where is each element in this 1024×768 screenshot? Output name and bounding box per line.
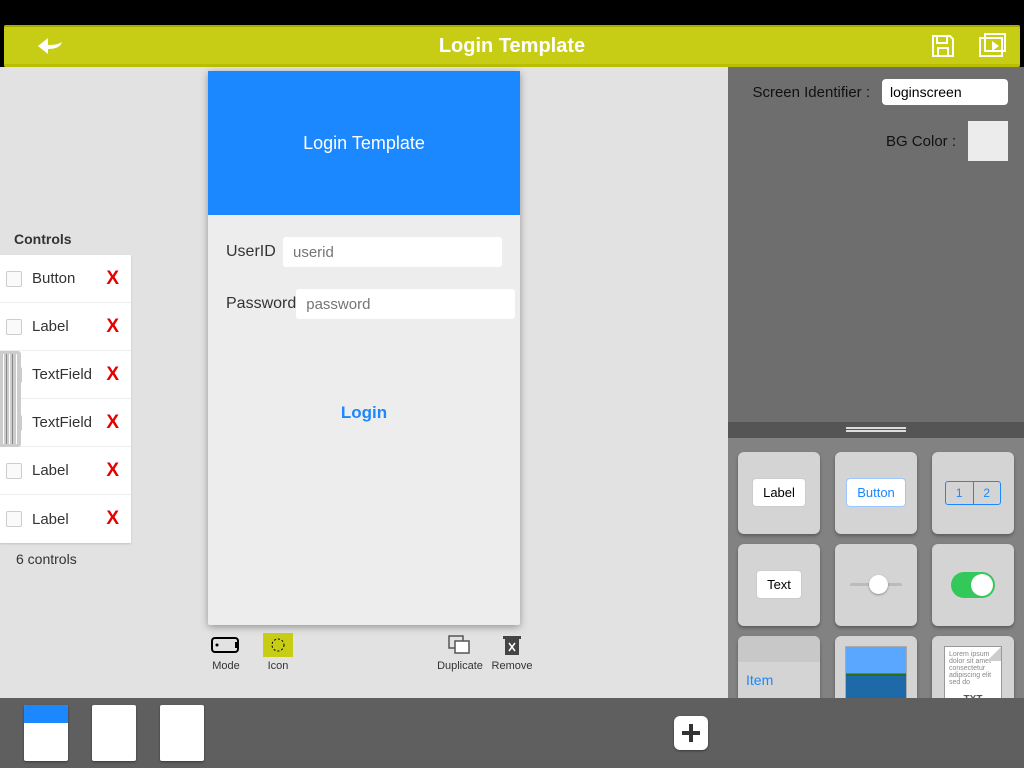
- palette-image[interactable]: [835, 636, 917, 699]
- controls-drag-handle[interactable]: [0, 351, 21, 447]
- screen-thumbnail[interactable]: [24, 705, 68, 761]
- controls-total: 6 controls: [0, 543, 131, 567]
- controls-row-label: Button: [32, 270, 94, 287]
- trash-icon: [497, 633, 527, 657]
- screen-thumbnail[interactable]: [160, 705, 204, 761]
- controls-row-checkbox[interactable]: [6, 271, 22, 287]
- controls-row[interactable]: Label X: [0, 447, 131, 495]
- add-screen-button[interactable]: [674, 716, 708, 750]
- remove-button[interactable]: Remove: [486, 633, 538, 672]
- controls-row-label: Label: [32, 318, 94, 335]
- palette-drag-handle[interactable]: [728, 422, 1024, 438]
- back-button[interactable]: [34, 34, 66, 58]
- screen-preview[interactable]: Login Template UserID Password Login: [208, 71, 520, 625]
- bgcolor-swatch[interactable]: [968, 121, 1008, 161]
- password-input[interactable]: [296, 289, 515, 319]
- palette-button[interactable]: Button: [835, 452, 917, 534]
- palette-label[interactable]: Label: [738, 452, 820, 534]
- field-label[interactable]: UserID: [226, 243, 283, 261]
- controls-row-delete[interactable]: X: [94, 364, 131, 386]
- work-area: Controls Button X Label X TextField X Te…: [0, 67, 1024, 698]
- mode-icon: [211, 633, 241, 657]
- inspector-panel: Screen Identifier : BG Color : Label But…: [728, 67, 1024, 698]
- controls-row[interactable]: Label X: [0, 303, 131, 351]
- palette-textfile[interactable]: Lorem ipsum dolor sit amet consectetur a…: [932, 636, 1014, 699]
- controls-row-label: TextField: [32, 366, 94, 383]
- screen-thumbnail[interactable]: [92, 705, 136, 761]
- save-icon: [930, 33, 956, 59]
- play-screen-icon: [978, 33, 1006, 59]
- controls-row-label: Label: [32, 511, 94, 528]
- controls-row-label: Label: [32, 462, 94, 479]
- page-title: Login Template: [4, 35, 1020, 58]
- preview-button[interactable]: [978, 33, 1006, 59]
- image-icon: [845, 646, 907, 699]
- controls-row-delete[interactable]: X: [94, 316, 131, 338]
- userid-input[interactable]: [283, 237, 502, 267]
- component-palette: Label Button 12 Text Item Lorem ipsum do…: [728, 438, 1024, 699]
- controls-row-checkbox[interactable]: [6, 319, 22, 335]
- textfile-icon: Lorem ipsum dolor sit amet consectetur a…: [944, 646, 1002, 699]
- duplicate-icon: [445, 633, 475, 657]
- controls-row-label: TextField: [32, 414, 94, 431]
- palette-switch[interactable]: [932, 544, 1014, 626]
- controls-row-delete[interactable]: X: [94, 412, 131, 434]
- preview-toolbar: Mode Icon Duplicate Remove: [200, 633, 538, 672]
- status-bar: [0, 0, 1024, 25]
- preview-field[interactable]: UserID: [226, 237, 502, 267]
- controls-row-delete[interactable]: X: [94, 460, 131, 482]
- back-arrow-icon: [34, 34, 66, 58]
- controls-row[interactable]: Button X: [0, 255, 131, 303]
- palette-tableitem[interactable]: Item: [738, 636, 820, 699]
- screens-bar: [0, 698, 1024, 768]
- icon-icon: [263, 633, 293, 657]
- controls-row[interactable]: Label X: [0, 495, 131, 543]
- save-button[interactable]: [930, 33, 956, 59]
- duplicate-button[interactable]: Duplicate: [434, 633, 486, 672]
- title-bar: Login Template: [4, 25, 1020, 67]
- toggle-icon: [951, 572, 995, 598]
- palette-segmented[interactable]: 12: [932, 452, 1014, 534]
- controls-row-delete[interactable]: X: [94, 508, 131, 530]
- field-label[interactable]: Password: [226, 295, 296, 313]
- slider-icon: [850, 583, 902, 586]
- icon-button[interactable]: Icon: [252, 633, 304, 672]
- screen-id-label: Screen Identifier :: [752, 84, 870, 101]
- screen-id-input[interactable]: [882, 79, 1008, 105]
- login-button[interactable]: Login: [208, 403, 520, 423]
- controls-row-checkbox[interactable]: [6, 463, 22, 479]
- preview-field[interactable]: Password: [226, 289, 502, 319]
- controls-heading: Controls: [0, 225, 131, 255]
- controls-row-delete[interactable]: X: [94, 268, 131, 290]
- mode-button[interactable]: Mode: [200, 633, 252, 672]
- bgcolor-label: BG Color :: [886, 133, 956, 150]
- preview-header[interactable]: Login Template: [208, 71, 520, 215]
- controls-row-checkbox[interactable]: [6, 511, 22, 527]
- palette-textfield[interactable]: Text: [738, 544, 820, 626]
- palette-slider[interactable]: [835, 544, 917, 626]
